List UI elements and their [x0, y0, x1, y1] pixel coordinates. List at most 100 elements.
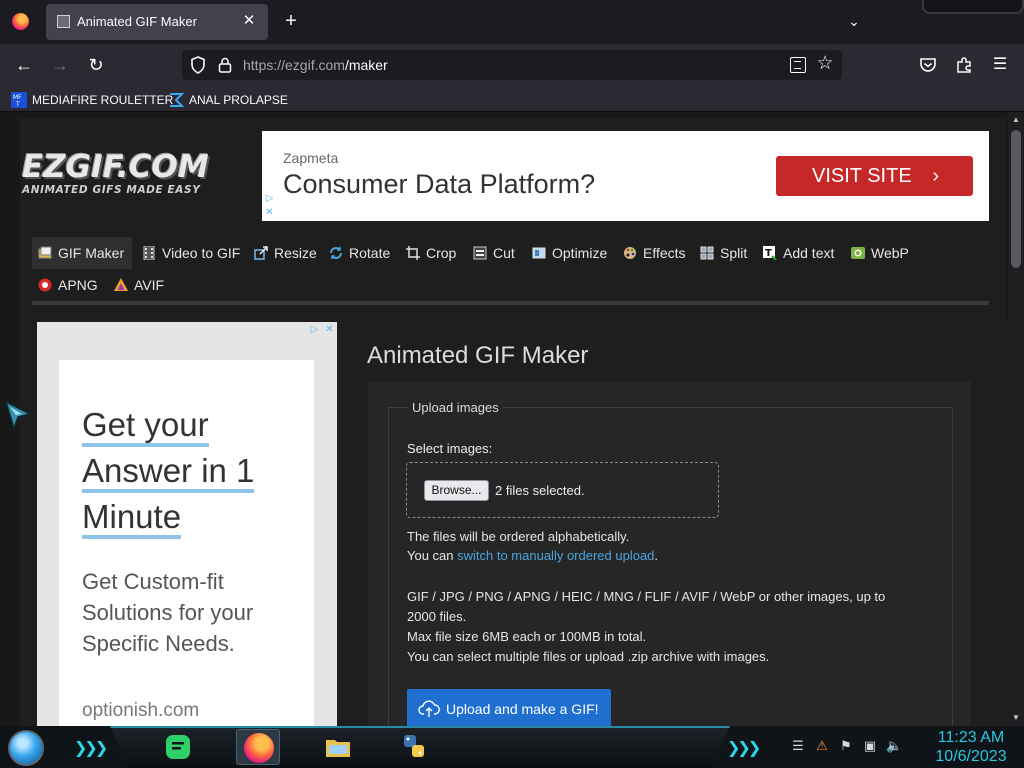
tab-title: Animated GIF Maker	[77, 14, 197, 29]
mouse-cursor-icon	[4, 400, 32, 430]
taskbar-clock[interactable]: 11:23 AM 10/6/2023	[930, 728, 1012, 766]
list-all-tabs-chevron-icon[interactable]: ⌄	[843, 10, 865, 32]
scroll-down-arrow-icon[interactable]: ▼	[1011, 714, 1021, 722]
menu-item-gif-maker[interactable]: GIF Maker	[32, 237, 133, 269]
folder-icon	[326, 740, 350, 757]
side-ad-headline[interactable]: Get your Answer in 1 Minute	[82, 402, 307, 540]
bookmark-mediafire-rouletter[interactable]: MF T MEDIAFIRE ROULETTER	[11, 90, 173, 110]
menu-item-webp[interactable]: WebP	[845, 237, 917, 269]
ad-brand: Zapmeta	[283, 150, 339, 166]
menu-item-avif[interactable]: AVIF	[108, 269, 172, 301]
forward-arrow-icon[interactable]: →	[48, 53, 72, 77]
select-images-label: Select images:	[407, 441, 493, 456]
menu-item-label: Optimize	[552, 245, 608, 261]
taskbar-app-chat[interactable]	[156, 729, 200, 765]
max-size-note: Max file size 6MB each or 100MB in total…	[407, 629, 647, 644]
upload-make-gif-button[interactable]: Upload and make a GIF!	[407, 689, 611, 726]
file-drop-zone[interactable]: Browse... 2 files selected.	[406, 462, 719, 518]
multi-file-note: You can select multiple files or upload …	[407, 649, 770, 664]
mediafire-favicon-icon: MFT	[11, 92, 27, 108]
adchoices-icon[interactable]: ▷	[307, 322, 322, 337]
menu-item-label: AVIF	[134, 277, 165, 293]
java-update-icon[interactable]: ⚠	[814, 738, 830, 754]
menu-item-label: Effects	[643, 245, 686, 261]
bookmark-anal-prolapse[interactable]: ANAL PROLAPSE	[168, 90, 288, 110]
reload-icon[interactable]: ↻	[84, 53, 108, 77]
ezgif-logo[interactable]: EZGIF.COM ANIMATED GIFS MADE EASY	[22, 150, 252, 198]
webp-icon	[851, 247, 865, 259]
upload-tool-box: Upload images Select images: Browse... 2…	[368, 382, 971, 726]
switch-manual-upload-link[interactable]: switch to manually ordered upload	[457, 548, 654, 563]
gif-maker-icon	[38, 246, 52, 259]
ad-close-icon[interactable]: ✕	[322, 322, 337, 337]
hamburger-menu-icon[interactable]: ☰	[988, 53, 1012, 77]
side-ad-card[interactable]: Get your Answer in 1 Minute Get Custom-f…	[59, 360, 314, 726]
page-title: Animated GIF Maker	[367, 342, 589, 369]
ordered-note: The files will be ordered alphabetically…	[407, 529, 630, 544]
close-tab-icon[interactable]: ✕	[238, 10, 260, 32]
browse-button[interactable]: Browse...	[424, 480, 489, 501]
menu-item-add-text[interactable]: T Add text	[757, 237, 842, 269]
menu-item-cut[interactable]: Cut	[467, 237, 523, 269]
menu-item-optimize[interactable]: Optimize	[526, 237, 615, 269]
flag-icon[interactable]: ⚑	[838, 738, 854, 754]
reader-view-icon[interactable]	[790, 57, 806, 73]
bookmark-star-icon[interactable]: ☆	[814, 52, 836, 76]
side-ad-url[interactable]: optionish.com	[82, 700, 199, 722]
menu-item-label: APNG	[58, 277, 98, 293]
menu-item-crop[interactable]: Crop	[400, 237, 464, 269]
svg-text:MF: MF	[13, 94, 22, 101]
palette-icon	[624, 247, 636, 259]
extensions-puzzle-icon[interactable]	[952, 53, 976, 77]
volume-icon[interactable]: 🔈	[886, 738, 902, 754]
visit-site-button[interactable]: VISIT SITE ›	[776, 156, 973, 196]
side-ad[interactable]: ▷ ✕ Get your Answer in 1 Minute Get Cust…	[37, 322, 337, 726]
browser-tab-active[interactable]: Animated GIF Maker ✕	[46, 4, 268, 40]
new-tab-plus-icon[interactable]: +	[280, 10, 302, 32]
menu-item-split[interactable]: Split	[694, 237, 755, 269]
adchoices-icon[interactable]: ▷	[262, 191, 277, 206]
top-banner-ad[interactable]: Zapmeta Consumer Data Platform? VISIT SI…	[262, 131, 989, 221]
url-bar[interactable]: https://ezgif.com/maker ☆	[182, 50, 842, 80]
taskbar-decoration-chevrons: ❯❯❯	[74, 740, 108, 757]
film-icon	[143, 246, 155, 260]
page-scrollbar[interactable]: ▲ ▼	[1008, 112, 1024, 726]
taskbar-app-python[interactable]	[392, 729, 436, 765]
avif-icon	[114, 278, 128, 291]
bookmarks-toolbar: MF T MEDIAFIRE ROULETTER ANAL PROLAPSE	[0, 86, 1024, 112]
web-page: EZGIF.COM ANIMATED GIFS MADE EASY Zapmet…	[0, 112, 1008, 726]
menu-item-label: Video to GIF	[162, 245, 241, 261]
menu-item-apng[interactable]: APNG	[32, 269, 106, 301]
python-icon	[404, 735, 424, 757]
logo-main-text: EZGIF.COM	[22, 149, 209, 185]
keyboard-icon[interactable]: ☰	[790, 738, 806, 754]
url-text[interactable]: https://ezgif.com/maker	[243, 57, 388, 73]
scroll-up-arrow-icon[interactable]: ▲	[1011, 116, 1021, 124]
window-controls[interactable]	[922, 0, 1024, 14]
menu-item-effects[interactable]: Effects	[617, 237, 694, 269]
start-orb-icon[interactable]	[8, 730, 44, 766]
menu-item-rotate[interactable]: Rotate	[323, 237, 398, 269]
taskbar-app-file-explorer[interactable]	[316, 729, 360, 765]
bookmark-label: ANAL PROLAPSE	[189, 93, 288, 107]
network-icon[interactable]: ▣	[862, 738, 878, 754]
apng-icon	[38, 278, 52, 292]
svg-text:T: T	[15, 101, 20, 108]
pocket-icon[interactable]	[916, 53, 940, 77]
menu-item-video-to-gif[interactable]: Video to GIF	[136, 237, 248, 269]
menu-item-label: Crop	[426, 245, 457, 261]
menu-item-label: Split	[720, 245, 748, 261]
chevron-right-icon: ›	[932, 165, 939, 187]
scroll-thumb[interactable]	[1011, 130, 1021, 268]
menu-item-label: Cut	[493, 245, 515, 261]
back-arrow-icon[interactable]: ←	[12, 53, 36, 77]
lock-icon[interactable]	[218, 57, 232, 73]
resize-icon	[254, 246, 268, 260]
ad-headline[interactable]: Consumer Data Platform?	[283, 169, 595, 200]
tracking-shield-icon[interactable]	[190, 56, 206, 74]
taskbar-app-firefox[interactable]	[236, 729, 280, 765]
menu-item-label: Rotate	[349, 245, 391, 261]
menu-item-resize[interactable]: Resize	[248, 237, 325, 269]
optimize-icon	[532, 247, 546, 259]
ad-close-icon[interactable]: ✕	[262, 205, 277, 220]
